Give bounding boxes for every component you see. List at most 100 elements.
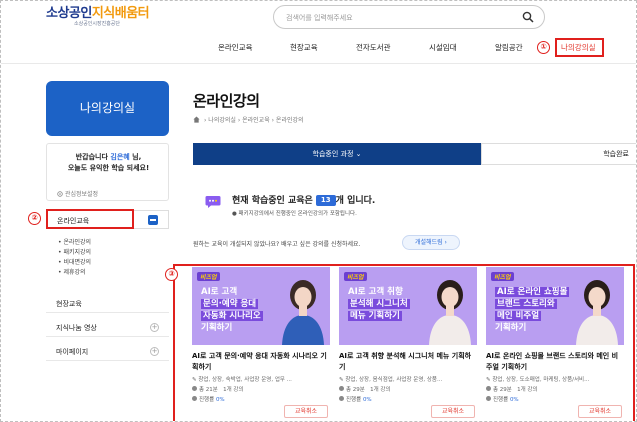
learning-count-badge: 13	[315, 195, 336, 206]
course-card[interactable]: 비즈업 AI로 고객 문의·예약 응대 자동화 시나리오 기획하기 AI로 고객…	[192, 267, 330, 421]
course-duration: 총 29분	[346, 387, 365, 393]
collapse-icon[interactable]	[148, 215, 158, 225]
notice-subtext: ● 패키지강의에서 진행중인 온라인강의가 포함됩니다.	[232, 211, 357, 217]
learning-count-notice: 현재 학습중인 교육은 13 개 입니다.	[232, 193, 375, 206]
interest-settings-link[interactable]: 관심정보설정	[57, 189, 98, 198]
thumbnail-line: AI로 고객 취향	[348, 287, 403, 297]
highlight-box-my-classroom	[555, 38, 604, 57]
plus-icon[interactable]: +	[150, 323, 159, 332]
progress-icon	[192, 396, 197, 401]
search-input[interactable]	[286, 11, 506, 24]
nav-notice[interactable]: 알림공간	[495, 42, 523, 53]
progress-value: 0%	[362, 397, 372, 403]
sidebar-title: 나의강의실	[46, 81, 169, 136]
nav-online-education[interactable]: 온라인교육	[218, 42, 253, 53]
search-icon[interactable]	[522, 11, 534, 23]
course-tags: 창업, 상장, 도소매업, 마케팅, 상품/서비...	[492, 377, 590, 383]
page-title: 온라인강의	[193, 92, 260, 110]
submenu-untact-lecture[interactable]: 비대면강의	[58, 258, 91, 268]
thumbnail-line: 기획하기	[495, 323, 527, 333]
course-lecture-count: 1개 강의	[223, 387, 244, 393]
progress-label: 진행률	[199, 397, 216, 403]
course-card[interactable]: 비즈업 AI로 고객 취향 분석해 시그니처 메뉴 기획하기 AI로 고객 취향…	[339, 267, 477, 421]
clock-icon	[486, 386, 491, 391]
nav-field-education[interactable]: 현장교육	[290, 42, 318, 53]
progress-label: 진행률	[346, 397, 363, 403]
logo-text-b: 지식배움터	[91, 6, 150, 21]
welcome-prefix: 반갑습니다	[75, 153, 111, 161]
instructor-photo	[429, 280, 471, 345]
request-course-button[interactable]: 개설해드림 ›	[402, 235, 460, 250]
search-box	[273, 5, 545, 29]
welcome-suffix: 님,	[129, 153, 142, 161]
course-thumbnail[interactable]: 비즈업 AI로 고객 문의·예약 응대 자동화 시나리오 기획하기	[192, 267, 330, 345]
instructor-photo	[576, 280, 618, 345]
plus-icon[interactable]: +	[150, 347, 159, 356]
cancel-course-button[interactable]: 교육취소	[578, 405, 622, 418]
marker-1: ①	[537, 41, 550, 54]
tab-in-progress[interactable]: 학습중인 과정 ⌄	[193, 143, 481, 165]
course-title[interactable]: AI로 고객 문의·예약 응대 자동화 시나리오 기획하기	[192, 351, 330, 373]
course-brand-tag: 비즈업	[197, 272, 220, 281]
header-divider	[1, 63, 636, 64]
thumbnail-title: AI로 고객 취향 분석해 시그니처 메뉴 기획하기	[348, 286, 436, 322]
sidebar-item-label: 현장교육	[56, 300, 82, 308]
progress-icon	[486, 396, 491, 401]
logo-text-a: 소상공인	[46, 6, 92, 21]
logo-subtext: 소상공인시장진흥공단	[74, 21, 121, 27]
thumbnail-line: 메뉴 기획하기	[348, 311, 402, 321]
nav-facility-rental[interactable]: 시설임대	[429, 42, 457, 53]
submenu-package-lecture[interactable]: 패키지강의	[58, 248, 91, 258]
course-lecture-count: 1개 강의	[517, 387, 538, 393]
course-brand-tag: 비즈업	[344, 272, 367, 281]
course-brand-tag: 비즈업	[491, 272, 514, 281]
welcome-box: 반갑습니다 김은혜 님, 오늘도 유익한 학습 되세요! 관심정보설정	[46, 143, 169, 201]
interest-settings-label: 관심정보설정	[64, 191, 99, 198]
submenu-partner-lecture[interactable]: 제휴강의	[58, 268, 91, 278]
request-text: 원하는 교육이 개설되지 않았나요? 배우고 싶은 강의를 신청하세요.	[193, 241, 361, 248]
sidebar-submenu: 온라인강의 패키지강의 비대면강의 제휴강의	[58, 238, 91, 278]
progress-value: 0%	[509, 397, 519, 403]
thumbnail-line: AI로 온라인 쇼핑몰	[495, 287, 570, 297]
breadcrumb: › 나의강의실 › 온라인교육 › 온라인강의	[193, 115, 304, 124]
sidebar-item-label: 지식나눔 영상	[56, 324, 97, 332]
sidebar-item-knowledge-video[interactable]: 지식나눔 영상 +	[46, 318, 169, 337]
progress-icon	[339, 396, 344, 401]
nav-e-library[interactable]: 전자도서관	[356, 42, 391, 53]
course-tags: 창업, 상장, 음식점업, 사업장 운영, 상품...	[345, 377, 443, 383]
course-title[interactable]: AI로 온라인 쇼핑몰 브랜드 스토리와 메인 비주얼 기획하기	[486, 351, 624, 373]
course-card[interactable]: 비즈업 AI로 온라인 쇼핑몰 브랜드 스토리와 메인 비주얼 기획하기 AI로…	[486, 267, 624, 421]
clock-icon	[339, 386, 344, 391]
thumbnail-line: 메인 비주얼	[495, 311, 542, 321]
marker-2: ②	[28, 212, 41, 225]
tab-completed[interactable]: 학습완료	[481, 143, 636, 165]
cancel-course-button[interactable]: 교육취소	[431, 405, 475, 418]
chat-bubble-icon	[205, 196, 221, 208]
sidebar-item-field-education[interactable]: 현장교육	[46, 294, 169, 313]
thumbnail-line: 문의·예약 응대	[201, 299, 259, 309]
home-icon[interactable]	[193, 116, 200, 123]
submenu-online-lecture[interactable]: 온라인강의	[58, 238, 91, 248]
cancel-course-button[interactable]: 교육취소	[284, 405, 328, 418]
highlight-box-online-education	[46, 209, 134, 229]
course-thumbnail[interactable]: 비즈업 AI로 온라인 쇼핑몰 브랜드 스토리와 메인 비주얼 기획하기	[486, 267, 624, 345]
instructor-photo	[282, 280, 324, 345]
notice-prefix: 현재 학습중인 교육은	[232, 196, 316, 206]
progress-value: 0%	[215, 397, 225, 403]
course-title[interactable]: AI로 고객 취향 분석해 시그니처 메뉴 기획하기	[339, 351, 477, 373]
course-duration: 총 29분	[493, 387, 512, 393]
thumbnail-line: 기획하기	[201, 323, 233, 333]
marker-3: ③	[165, 268, 178, 281]
gear-icon	[57, 191, 63, 197]
welcome-line2: 오늘도 유익한 학습 되세요!	[67, 164, 150, 172]
site-logo[interactable]: 소상공인지식배움터 소상공인시장진흥공단	[46, 6, 150, 27]
course-thumbnail[interactable]: 비즈업 AI로 고객 취향 분석해 시그니처 메뉴 기획하기	[339, 267, 477, 345]
course-tags: 창업, 상장, 숙박업, 사업장 운영, 업무 ...	[198, 377, 292, 383]
thumbnail-line: AI로 고객	[201, 287, 238, 297]
thumbnail-line: 브랜드 스토리와	[495, 299, 557, 309]
sidebar-item-mypage[interactable]: 마이페이지 +	[46, 342, 169, 361]
course-lecture-count: 1개 강의	[370, 387, 391, 393]
course-duration: 총 21분	[199, 387, 218, 393]
progress-label: 진행률	[493, 397, 510, 403]
page: 소상공인지식배움터 소상공인시장진흥공단 온라인교육 현장교육 전자도서관 시설…	[0, 0, 637, 422]
